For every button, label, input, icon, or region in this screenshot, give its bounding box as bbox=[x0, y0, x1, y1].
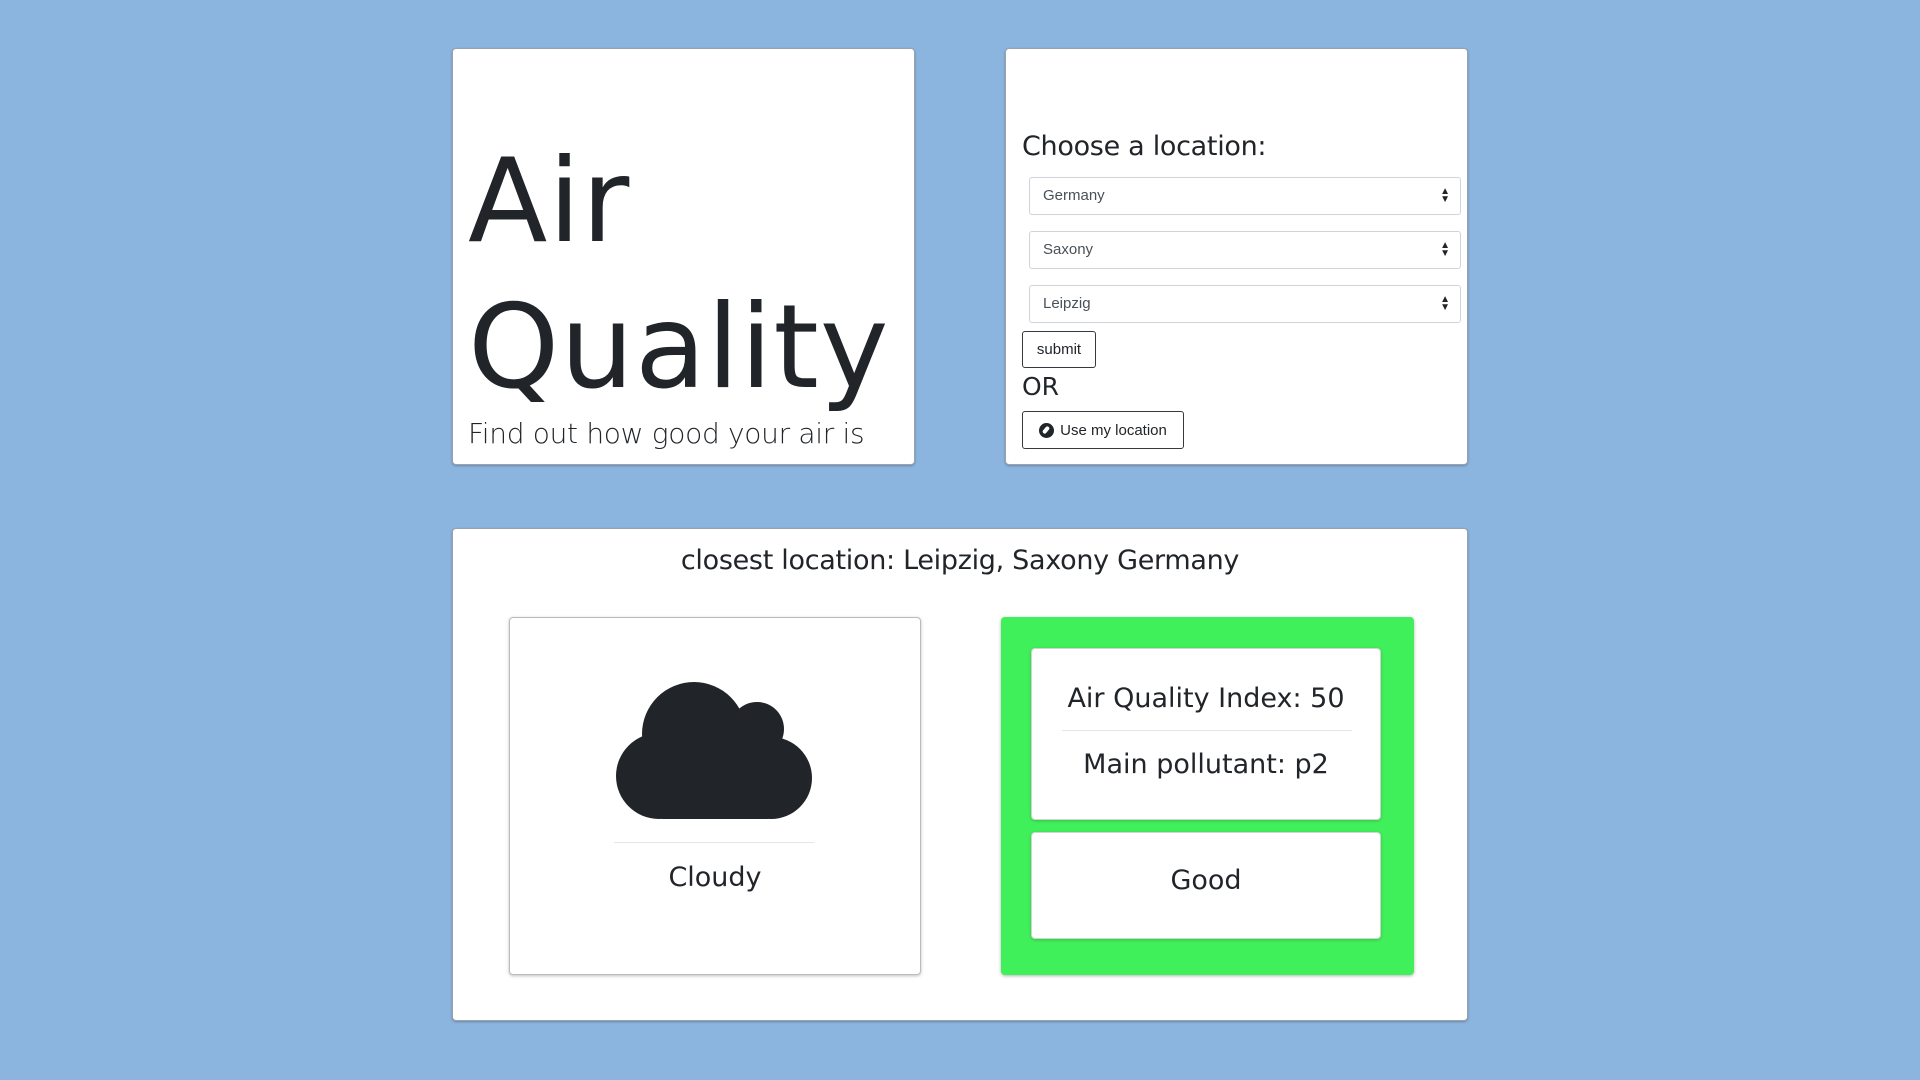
main-pollutant-text: Main pollutant: p2 bbox=[1083, 749, 1329, 780]
cloud-icon bbox=[616, 682, 812, 819]
compass-icon bbox=[1039, 422, 1055, 438]
weather-divider bbox=[614, 842, 814, 843]
aqi-index-text: Air Quality Index: 50 bbox=[1067, 683, 1345, 714]
app-subtitle: Find out how good your air is bbox=[468, 417, 865, 450]
results-card: closest location: Leipzig, Saxony German… bbox=[452, 528, 1468, 1021]
location-card: Choose a location: Germany ▲ ▼ Saxony ▲ ▼ … bbox=[1005, 48, 1468, 465]
state-select[interactable]: Saxony ▲ ▼ bbox=[1029, 231, 1461, 269]
aqi-rating-text: Good bbox=[1170, 865, 1242, 896]
weather-condition: Cloudy bbox=[668, 862, 762, 893]
app-title-line1: Air bbox=[468, 134, 631, 269]
city-select-value: Leipzig bbox=[1043, 295, 1091, 312]
city-select[interactable]: Leipzig ▲ ▼ bbox=[1029, 285, 1461, 323]
aqi-rating-box: Good bbox=[1031, 832, 1381, 939]
country-select-value: Germany bbox=[1043, 187, 1105, 204]
choose-location-label: Choose a location: bbox=[1022, 131, 1267, 162]
aqi-details-box: Air Quality Index: 50 Main pollutant: p2 bbox=[1031, 648, 1381, 820]
closest-location-text: closest location: Leipzig, Saxony German… bbox=[680, 545, 1240, 576]
or-divider-text: OR bbox=[1022, 372, 1060, 401]
country-select[interactable]: Germany ▲ ▼ bbox=[1029, 177, 1461, 215]
title-card: Air Quality Find out how good your air i… bbox=[452, 48, 915, 465]
select-caret-icon: ▲ ▼ bbox=[1440, 240, 1450, 259]
state-select-value: Saxony bbox=[1043, 241, 1094, 258]
submit-button[interactable]: submit bbox=[1022, 331, 1096, 368]
use-my-location-label: Use my location bbox=[1060, 421, 1167, 439]
use-my-location-button[interactable]: Use my location bbox=[1022, 411, 1184, 449]
select-caret-icon: ▲ ▼ bbox=[1440, 294, 1450, 313]
app-title-line2: Quality bbox=[468, 280, 890, 415]
aqi-divider bbox=[1062, 730, 1352, 731]
app-title: Air Quality bbox=[468, 129, 890, 421]
aqi-status-panel: Air Quality Index: 50 Main pollutant: p2… bbox=[1001, 617, 1414, 975]
weather-card: Cloudy bbox=[509, 617, 921, 975]
select-caret-icon: ▲ ▼ bbox=[1440, 186, 1450, 205]
